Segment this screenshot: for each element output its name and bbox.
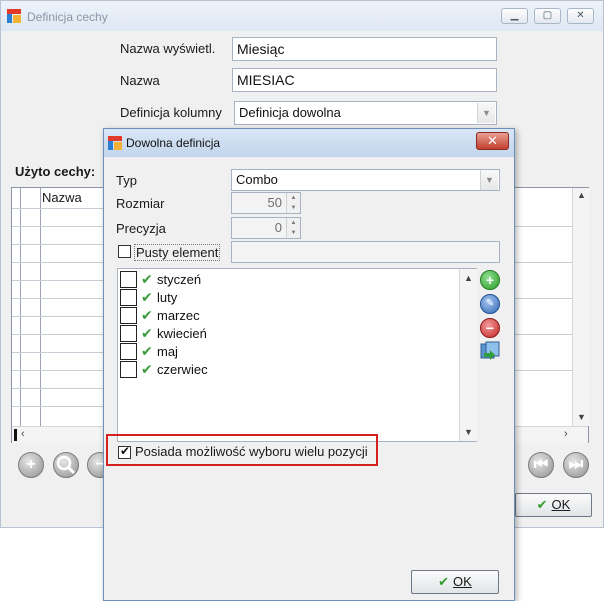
item-checkbox[interactable] <box>120 361 137 378</box>
remove-item-icon[interactable]: − <box>480 318 500 338</box>
main-ok-button[interactable]: ✔ OK <box>515 493 592 517</box>
size-label: Rozmiar <box>116 196 165 211</box>
list-vscroll[interactable]: ▲ ▼ <box>459 269 477 441</box>
dialog-title: Dowolna definicja <box>126 136 221 150</box>
item-checkbox[interactable] <box>120 325 137 342</box>
item-checkbox[interactable] <box>120 289 137 306</box>
grid-vscroll[interactable]: ▲ ▼ <box>572 188 589 426</box>
maximize-button[interactable]: ▢ <box>534 8 561 24</box>
scroll-left-icon[interactable]: ‹ <box>21 428 25 440</box>
check-icon: ✔ <box>438 574 450 589</box>
chevron-down-icon[interactable]: ▼ <box>477 103 495 123</box>
chevron-down-icon[interactable]: ▼ <box>480 170 498 190</box>
first-record-icon[interactable]: ⏮ <box>528 452 554 478</box>
dialog-titlebar[interactable]: Dowolna definicja ✕ <box>104 129 514 157</box>
check-icon: ✔ <box>141 325 153 341</box>
empty-element-checkbox[interactable] <box>118 245 131 258</box>
precision-label: Precyzja <box>116 221 166 236</box>
scroll-up-icon[interactable]: ▲ <box>577 190 586 200</box>
scroll-down-icon[interactable]: ▼ <box>464 427 473 437</box>
item-checkbox[interactable] <box>120 307 137 324</box>
column-def-combo[interactable]: Definicja dowolna ▼ <box>234 101 497 125</box>
minimize-button[interactable]: ▁ <box>501 8 528 24</box>
used-label: Użyto cechy: <box>15 164 96 179</box>
name-label: Nazwa <box>120 73 160 88</box>
empty-element-label: Pusty element <box>134 244 221 261</box>
name-field[interactable]: MIESIAC <box>232 68 497 92</box>
grid-header-name: Nazwa <box>42 190 82 205</box>
precision-field[interactable]: 0 ▲ ▼ <box>231 217 301 239</box>
highlight-box <box>106 434 378 466</box>
display-name-label: Nazwa wyświetl. <box>120 41 216 56</box>
add-item-icon[interactable]: + <box>480 270 500 290</box>
dialog-ok-button[interactable]: ✔ OK <box>411 570 499 594</box>
size-value: 50 <box>267 195 282 210</box>
last-record-icon[interactable]: ⏭ <box>563 452 589 478</box>
empty-element-field[interactable] <box>231 241 500 263</box>
item-checkbox[interactable] <box>120 271 137 288</box>
scroll-up-icon[interactable]: ▲ <box>464 273 473 283</box>
type-combo[interactable]: Combo ▼ <box>231 169 500 191</box>
check-icon: ✔ <box>141 361 153 377</box>
import-items-icon[interactable] <box>480 341 500 361</box>
scroll-down-icon[interactable]: ▼ <box>577 412 586 422</box>
size-field[interactable]: 50 ▲ ▼ <box>231 192 301 214</box>
scroll-right-icon[interactable]: › <box>564 428 568 440</box>
check-icon: ✔ <box>141 271 153 287</box>
window-title: Definicja cechy <box>27 10 108 24</box>
search-icon[interactable] <box>53 452 79 478</box>
custom-definition-dialog: Dowolna definicja ✕ Typ Combo ▼ Rozmiar … <box>103 128 515 601</box>
close-button[interactable]: ✕ <box>567 8 594 24</box>
check-icon: ✔ <box>536 497 548 512</box>
type-value: Combo <box>236 172 278 187</box>
column-def-label: Definicja kolumny <box>120 105 222 120</box>
check-icon: ✔ <box>141 307 153 323</box>
main-titlebar[interactable]: Definicja cechy ▁ ▢ ✕ <box>1 1 603 31</box>
precision-value: 0 <box>274 220 282 235</box>
display-name-field[interactable]: Miesiąc <box>232 37 497 61</box>
items-listbox[interactable]: ✔ styczeń ✔ luty ✔ marzec ✔ kwiecień ✔ m… <box>117 268 477 442</box>
app-icon <box>7 9 21 23</box>
item-checkbox[interactable] <box>120 343 137 360</box>
size-spinner[interactable]: ▲ ▼ <box>286 193 300 213</box>
app-icon <box>108 136 122 150</box>
type-label: Typ <box>116 173 137 188</box>
check-icon: ✔ <box>141 289 153 305</box>
column-def-value: Definicja dowolna <box>239 105 341 120</box>
add-icon[interactable]: + <box>18 452 44 478</box>
edit-item-icon[interactable]: ✎ <box>480 294 500 314</box>
check-icon: ✔ <box>141 343 153 359</box>
precision-spinner[interactable]: ▲ ▼ <box>286 218 300 238</box>
close-icon[interactable]: ✕ <box>476 132 509 150</box>
